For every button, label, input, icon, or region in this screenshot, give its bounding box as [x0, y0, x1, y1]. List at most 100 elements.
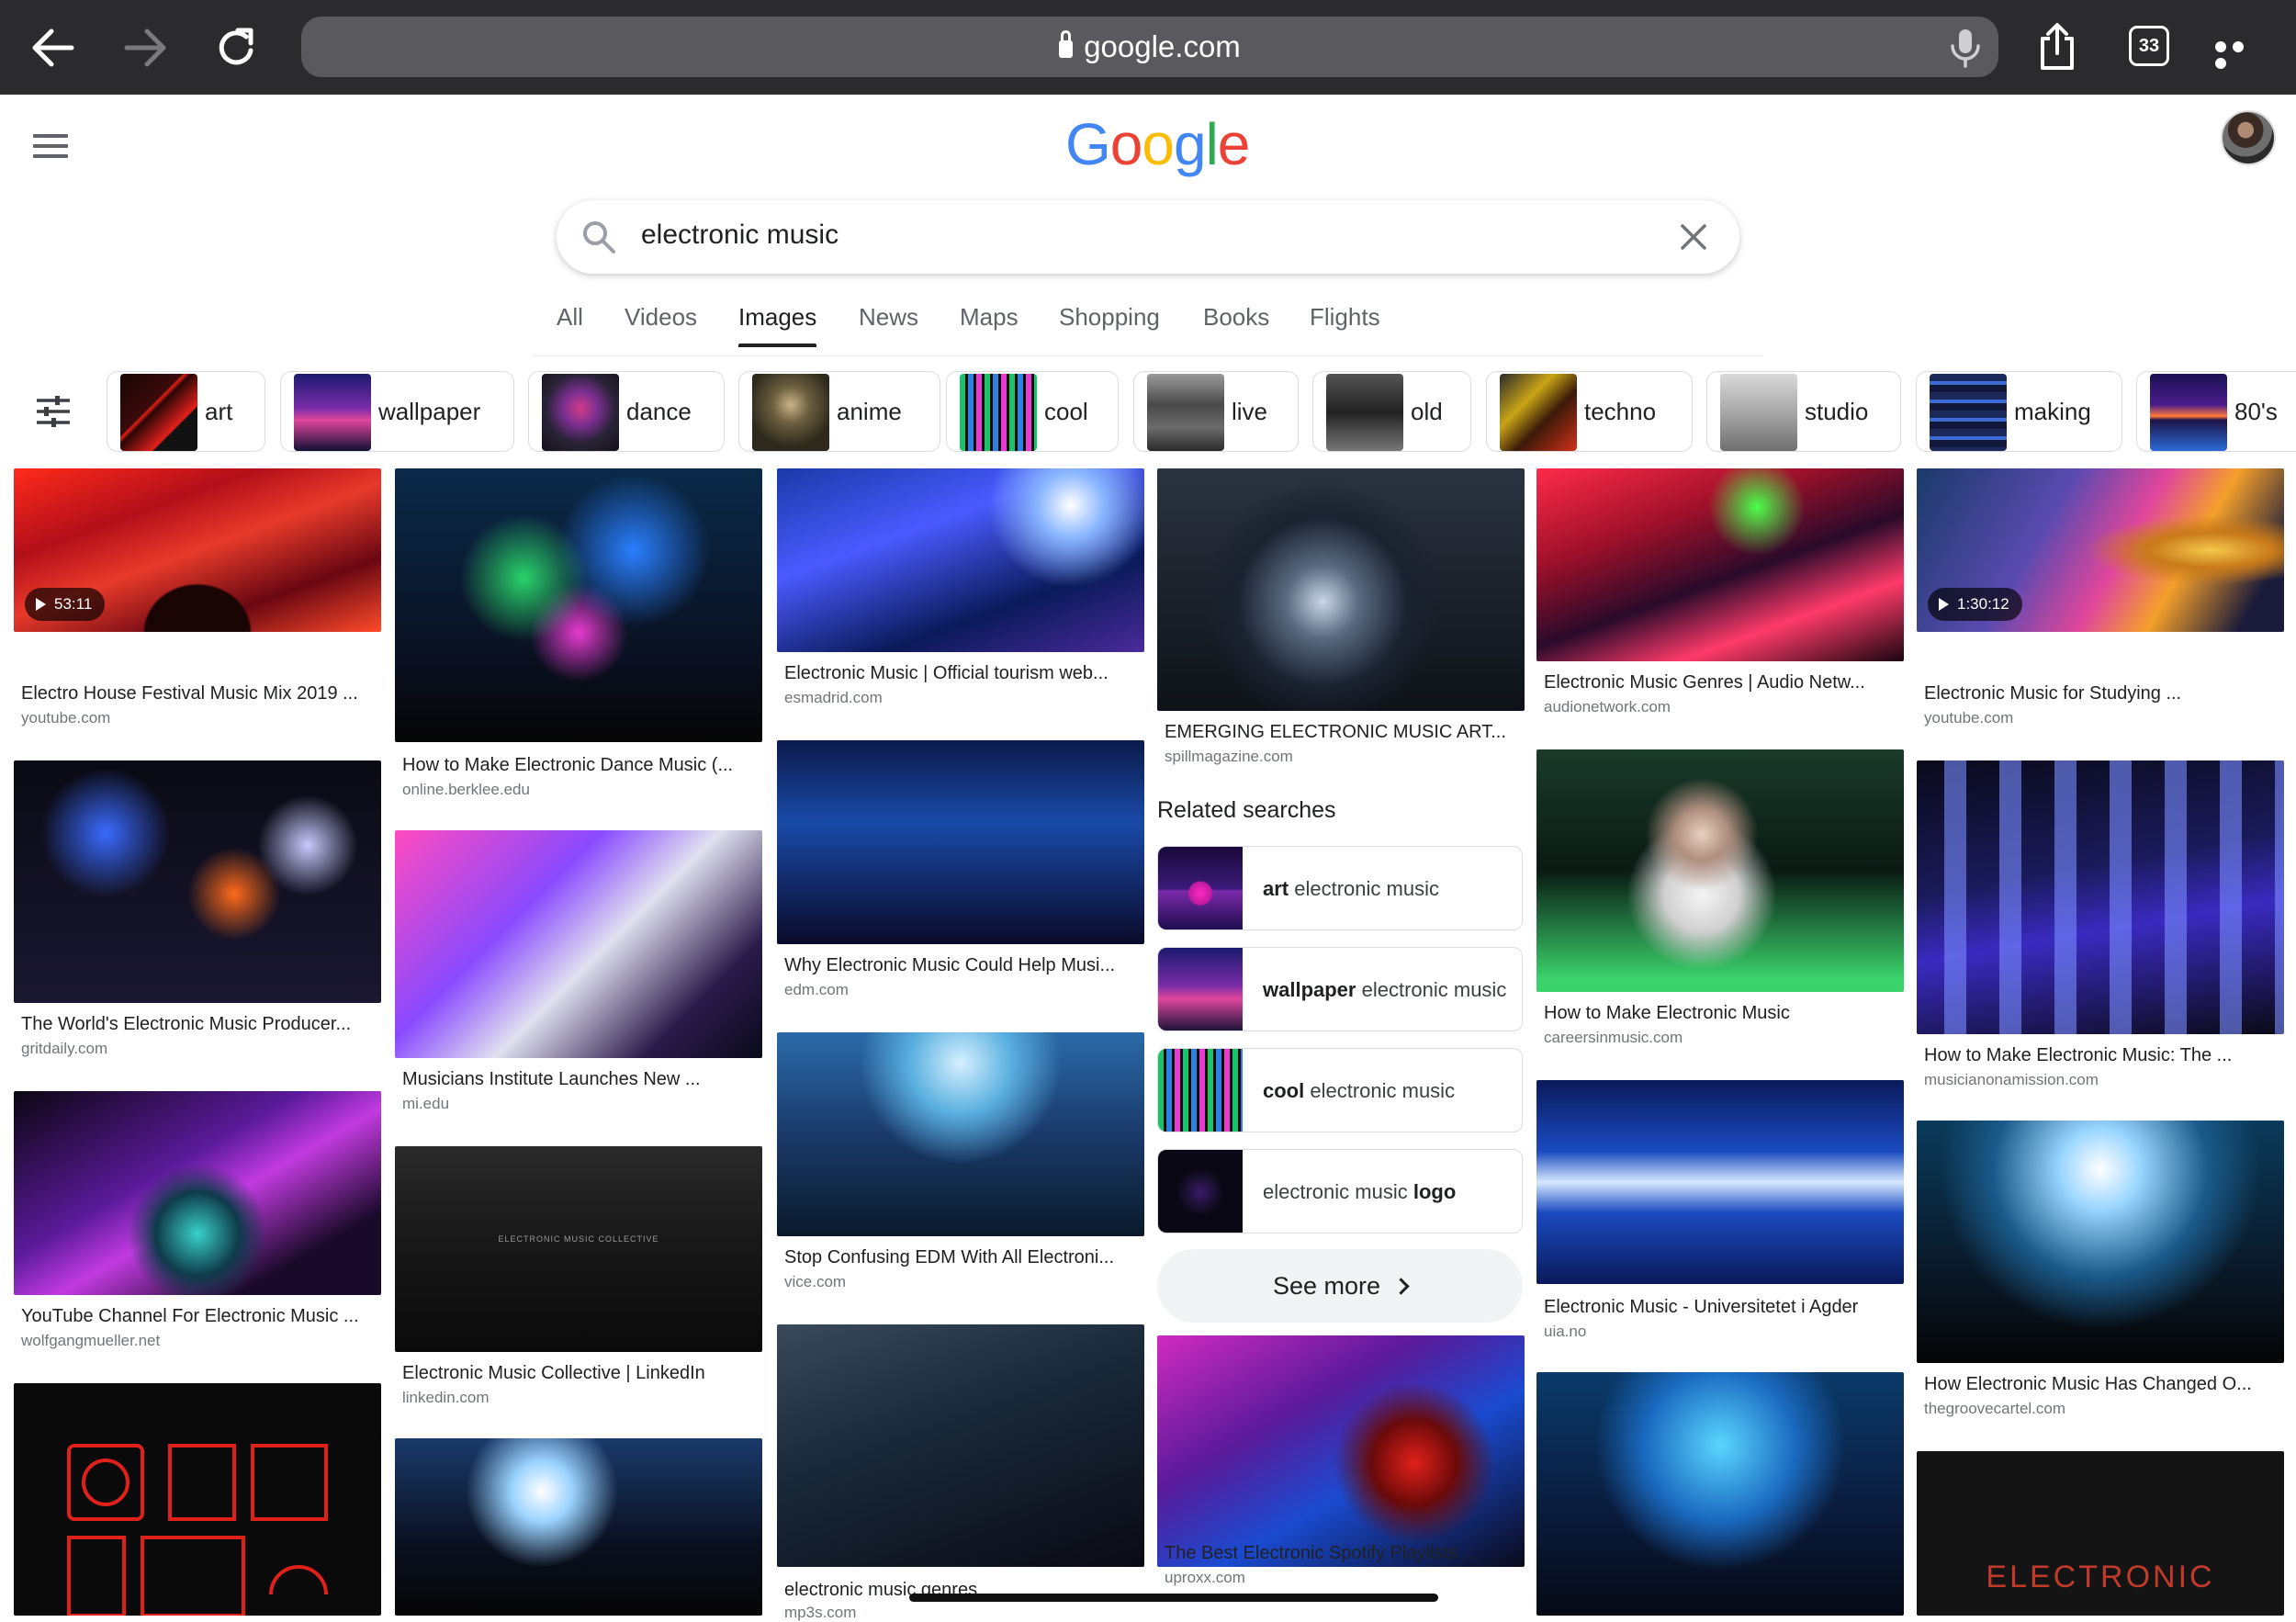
image-result[interactable]: ELECTRONIC	[1917, 1451, 2284, 1616]
image-result[interactable]: electronic music genres mp3s.com	[777, 1324, 1144, 1621]
result-thumbnail	[1917, 760, 2284, 1034]
result-title[interactable]: Electronic Music Collective | LinkedIn	[402, 1363, 755, 1384]
search-icon[interactable]	[580, 219, 617, 255]
result-title[interactable]: Electronic Music for Studying ...	[1924, 683, 2277, 704]
tab-images[interactable]: Images	[738, 303, 817, 347]
chip-studio[interactable]: studio	[1706, 371, 1901, 452]
chip-thumbnail	[1930, 374, 2007, 451]
result-title[interactable]: How to Make Electronic Music	[1544, 1003, 1896, 1024]
tab-books[interactable]: Books	[1203, 303, 1269, 332]
result-thumbnail	[14, 760, 381, 1003]
result-title[interactable]: YouTube Channel For Electronic Music ...	[21, 1306, 374, 1327]
image-result[interactable]	[14, 1383, 381, 1616]
image-result[interactable]: Electronic Music - Universitetet i Agder…	[1536, 1080, 1904, 1346]
chip-thumbnail	[960, 374, 1037, 451]
chip-cool[interactable]: cool	[946, 371, 1119, 452]
chip-making[interactable]: making	[1916, 371, 2122, 452]
see-more-button[interactable]: See more	[1157, 1249, 1523, 1323]
image-result[interactable]	[1536, 1372, 1904, 1616]
result-title[interactable]: EMERGING ELECTRONIC MUSIC ART...	[1165, 722, 1517, 743]
chip-art[interactable]: art	[107, 371, 265, 452]
chip-label: studio	[1805, 398, 1869, 425]
result-thumbnail	[395, 830, 762, 1058]
result-title[interactable]: The Best Electronic Spotify Playlists ..…	[1165, 1543, 1517, 1564]
chip-techno[interactable]: techno	[1486, 371, 1693, 452]
related-search-item[interactable]: wallpaper electronic music	[1157, 947, 1523, 1031]
result-thumbnail	[395, 1438, 762, 1616]
search-box[interactable]: electronic music	[557, 200, 1739, 274]
reload-icon	[219, 28, 253, 65]
related-search-item[interactable]: art electronic music	[1157, 846, 1523, 930]
tab-switcher-button[interactable]: 33	[2129, 26, 2169, 66]
result-source: uia.no	[1544, 1323, 1587, 1340]
related-search-label: cool electronic music	[1263, 1079, 1456, 1102]
image-result[interactable]: YouTube Channel For Electronic Music ...…	[14, 1091, 381, 1367]
chip-80s[interactable]: 80's	[2136, 371, 2296, 452]
image-result[interactable]: 53:11 Electro House Festival Music Mix 2…	[14, 468, 381, 735]
result-title[interactable]: Electronic Music Genres | Audio Netw...	[1544, 672, 1896, 693]
result-title[interactable]: The World's Electronic Music Producer...	[21, 1014, 374, 1035]
result-thumbnail	[1536, 749, 1904, 992]
share-icon[interactable]	[2035, 22, 2079, 72]
result-source: esmadrid.com	[784, 689, 883, 706]
result-title[interactable]: How Electronic Music Has Changed O...	[1924, 1374, 2277, 1395]
result-title[interactable]: How to Make Electronic Dance Music (...	[402, 755, 755, 776]
forward-button[interactable]	[118, 20, 173, 75]
chip-anime[interactable]: anime	[738, 371, 940, 452]
back-button[interactable]	[26, 20, 81, 75]
account-avatar[interactable]	[2221, 110, 2276, 165]
image-result[interactable]: Electronic Music | Official tourism web.…	[777, 468, 1144, 716]
menu-icon[interactable]	[33, 134, 68, 158]
chip-thumbnail	[1720, 374, 1797, 451]
chip-dance[interactable]: dance	[528, 371, 725, 452]
result-title[interactable]: How to Make Electronic Music: The ...	[1924, 1045, 2277, 1066]
tab-maps[interactable]: Maps	[960, 303, 1019, 332]
home-indicator	[909, 1594, 1438, 1602]
image-result[interactable]: The World's Electronic Music Producer...…	[14, 760, 381, 1064]
image-result[interactable]: Stop Confusing EDM With All Electroni...…	[777, 1032, 1144, 1299]
microphone-icon[interactable]	[1947, 28, 1984, 68]
related-thumbnail	[1158, 948, 1243, 1031]
related-search-label: wallpaper electronic music	[1263, 978, 1507, 1001]
google-logo[interactable]: Google	[1065, 110, 1250, 178]
result-title[interactable]: Why Electronic Music Could Help Musi...	[784, 955, 1137, 976]
tab-videos[interactable]: Videos	[625, 303, 697, 332]
related-search-item[interactable]: electronic music logo	[1157, 1149, 1523, 1233]
image-result[interactable]: Musicians Institute Launches New ... mi.…	[395, 830, 762, 1115]
chip-old[interactable]: old	[1312, 371, 1471, 452]
close-icon[interactable]	[1679, 222, 1708, 252]
filter-icon[interactable]	[35, 395, 72, 428]
image-result[interactable]: How to Make Electronic Music careersinmu…	[1536, 749, 1904, 1053]
result-title[interactable]: Stop Confusing EDM With All Electroni...	[784, 1247, 1137, 1268]
related-search-item[interactable]: cool electronic music	[1157, 1048, 1523, 1132]
result-title[interactable]: Electro House Festival Music Mix 2019 ..…	[21, 683, 374, 704]
more-options-icon[interactable]	[2215, 40, 2267, 69]
related-thumbnail	[1158, 1150, 1243, 1233]
tab-flights[interactable]: Flights	[1310, 303, 1380, 332]
image-result[interactable]: How Electronic Music Has Changed O... th…	[1917, 1121, 2284, 1424]
tab-all[interactable]: All	[557, 303, 583, 332]
result-title[interactable]: Electronic Music | Official tourism web.…	[784, 663, 1137, 684]
browser-toolbar: google.com 33	[0, 0, 2296, 95]
chip-wallpaper[interactable]: wallpaper	[280, 371, 514, 452]
result-title[interactable]: Musicians Institute Launches New ...	[402, 1069, 755, 1090]
chip-live[interactable]: live	[1133, 371, 1299, 452]
reload-button[interactable]	[209, 20, 264, 75]
chip-label: dance	[626, 398, 692, 425]
image-result[interactable]: How to Make Electronic Dance Music (... …	[395, 468, 762, 808]
chip-thumbnail	[294, 374, 371, 451]
tab-shopping[interactable]: Shopping	[1059, 303, 1160, 332]
image-result[interactable]: ELECTRONIC MUSIC COLLECTIVE Electronic M…	[395, 1146, 762, 1413]
address-bar[interactable]: google.com	[301, 17, 1998, 77]
chip-thumbnail	[1500, 374, 1577, 451]
image-result[interactable]	[395, 1438, 762, 1616]
image-result[interactable]: How to Make Electronic Music: The ... mu…	[1917, 760, 2284, 1091]
result-title[interactable]: Electronic Music - Universitetet i Agder	[1544, 1297, 1896, 1318]
search-input[interactable]: electronic music	[641, 220, 838, 251]
image-result[interactable]: Why Electronic Music Could Help Musi... …	[777, 740, 1144, 1007]
image-result[interactable]: Electronic Music Genres | Audio Netw... …	[1536, 468, 1904, 726]
image-result[interactable]: The Best Electronic Spotify Playlists ..…	[1157, 1335, 1525, 1616]
image-result[interactable]: EMERGING ELECTRONIC MUSIC ART... spillma…	[1157, 468, 1525, 772]
tab-news[interactable]: News	[859, 303, 918, 332]
image-result[interactable]: 1:30:12 Electronic Music for Studying ..…	[1917, 468, 2284, 735]
